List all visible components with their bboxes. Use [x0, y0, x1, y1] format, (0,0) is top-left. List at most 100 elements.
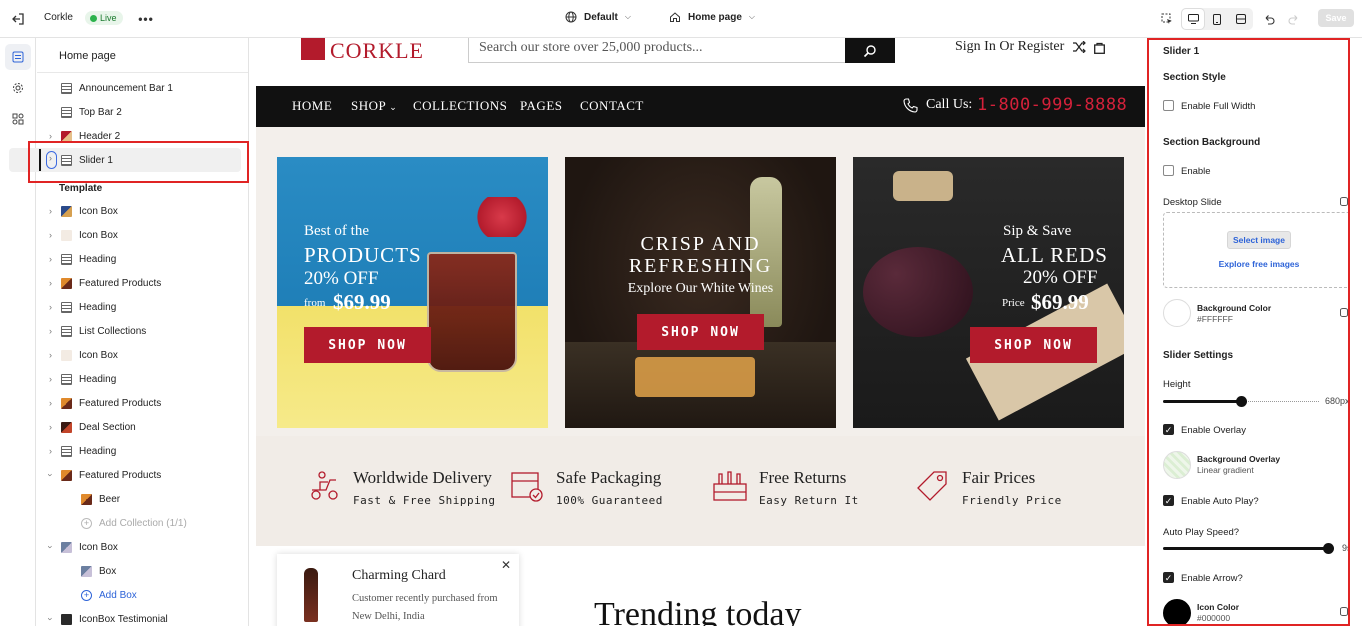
grapes-image: [863, 247, 973, 337]
sign-in-link[interactable]: Sign In Or Register: [955, 39, 1064, 55]
header-thumbnail-icon: [61, 130, 72, 142]
layers-panel: Home page Announcement Bar 1 Top Bar 2 ›…: [37, 38, 249, 626]
cocktail-glass-image: [427, 252, 517, 372]
section-icon: [61, 82, 72, 94]
layers-title: Home page: [59, 50, 116, 62]
fullscreen-view-button[interactable]: [1229, 8, 1253, 30]
desktop-view-button[interactable]: [1181, 8, 1205, 30]
store-header: CORKLE Search our store over 25,000 prod…: [256, 38, 1145, 86]
section-icon: [61, 106, 72, 118]
feature-title: Fair Prices: [962, 468, 1036, 487]
feature-subtitle: Friendly Price: [962, 494, 1062, 507]
inspect-cursor-icon[interactable]: [1158, 10, 1176, 28]
corks-image: [893, 171, 953, 201]
layer-announcement-bar[interactable]: Announcement Bar 1: [37, 77, 248, 99]
feature-title: Worldwide Delivery: [353, 468, 492, 487]
trending-heading: Trending today: [594, 596, 802, 626]
wine-bottle-thumbnail: [304, 568, 318, 622]
mobile-icon: [1213, 13, 1221, 25]
features-strip: Worldwide Delivery Fast & Free Shipping …: [256, 436, 1145, 546]
highlight-box-slider-layer: [28, 141, 249, 183]
apps-tab-button[interactable]: [5, 106, 31, 132]
store-search-button[interactable]: [845, 38, 895, 63]
recent-purchase-popup: Charming Chard Customer recently purchas…: [277, 554, 519, 626]
redo-icon[interactable]: [1285, 10, 1303, 28]
umbrella-image: [467, 197, 537, 237]
close-icon[interactable]: ✕: [501, 558, 511, 572]
delivery-scooter-icon: [311, 471, 338, 500]
banner-1-shop-button[interactable]: SHOP NOW: [304, 327, 431, 363]
call-us-number[interactable]: 1-800-999-8888: [977, 95, 1127, 115]
settings-tab-button[interactable]: [5, 75, 31, 101]
sections-icon: [12, 51, 24, 63]
chevron-down-icon: ⌄: [389, 102, 398, 112]
chevron-right-icon[interactable]: ›: [49, 131, 52, 141]
store-preview: CORKLE Search our store over 25,000 prod…: [256, 38, 1145, 626]
banner-3-shop-button[interactable]: SHOP NOW: [970, 327, 1097, 363]
search-icon: [863, 44, 876, 57]
layers-tab-button[interactable]: [5, 44, 31, 70]
live-status-badge: Live: [85, 11, 123, 25]
compare-icon[interactable]: [1072, 40, 1086, 56]
nav-home-link[interactable]: HOME: [292, 98, 332, 114]
live-dot-icon: [90, 14, 97, 22]
package-icon: [511, 472, 543, 502]
popup-message: Customer recently purchased from New Del…: [352, 593, 498, 622]
globe-icon: [565, 11, 577, 23]
cart-icon[interactable]: [1094, 42, 1105, 57]
banner-2-shop-button[interactable]: SHOP NOW: [637, 314, 764, 350]
banner-1-line3: 20% OFF: [304, 268, 379, 289]
nav-contact-link[interactable]: CONTACT: [580, 98, 644, 114]
banner-3-line1: Sip & Save: [1003, 223, 1072, 239]
mobile-view-button[interactable]: [1205, 8, 1229, 30]
banner-2-line1: CRISP AND: [640, 233, 761, 255]
store-logo[interactable]: CORKLE: [330, 38, 424, 64]
app-name: Corkle: [44, 12, 73, 23]
feature-safe-packaging: Safe Packaging 100% Guaranteed: [556, 468, 663, 507]
undo-icon[interactable]: [1260, 10, 1278, 28]
nav-shop-label: SHOP: [351, 98, 387, 113]
gear-icon: [13, 83, 23, 93]
banner-1-line2: PRODUCTS: [304, 243, 422, 267]
price-tag-icon: [917, 471, 947, 501]
template-selector[interactable]: Default ⌵: [565, 11, 631, 23]
banner-3-from: Price: [1002, 297, 1025, 309]
banner-2-line2: REFRESHING: [628, 255, 773, 277]
chevron-down-icon: ⌵: [624, 12, 631, 21]
divider: [37, 72, 248, 73]
nav-pages-link[interactable]: PAGES: [520, 98, 562, 114]
wine-crate-icon: [713, 471, 747, 501]
exit-icon[interactable]: [9, 10, 27, 28]
cheese-image: [635, 357, 755, 397]
feature-title: Safe Packaging: [556, 468, 662, 487]
layer-label: Announcement Bar 1: [79, 82, 173, 94]
nav-collections-link[interactable]: COLLECTIONS: [413, 98, 507, 114]
layer-label: Top Bar 2: [79, 106, 122, 118]
more-options-icon[interactable]: •••: [137, 10, 155, 28]
store-search-input[interactable]: Search our store over 25,000 products...: [468, 38, 846, 63]
top-bar: Corkle Live ••• Default ⌵ Home page ⌵ Sa…: [0, 0, 1362, 38]
banner-3-line3: 20% OFF: [1023, 267, 1098, 288]
save-button[interactable]: Save: [1318, 9, 1354, 27]
feature-worldwide-delivery: Worldwide Delivery Fast & Free Shipping: [353, 468, 495, 507]
template-select-label: Default: [584, 11, 618, 23]
feature-free-returns: Free Returns Easy Return It: [759, 468, 859, 507]
phone-icon: [903, 98, 918, 116]
corkle-logo-icon: [301, 38, 325, 60]
call-us-label: Call Us:: [926, 97, 973, 112]
slide-banner-1[interactable]: Best of the PRODUCTS 20% OFF from $69.99…: [277, 157, 548, 428]
slide-banner-3[interactable]: Sip & Save ALL REDS 20% OFF Price $69.99…: [853, 157, 1124, 428]
layer-label: Header 2: [79, 130, 121, 142]
page-select-label: Home page: [688, 11, 742, 23]
feature-title: Free Returns: [759, 468, 847, 487]
banner-1-line1: Best of the: [304, 223, 369, 239]
feature-subtitle: 100% Guaranteed: [556, 494, 663, 507]
popup-product-title[interactable]: Charming Chard: [352, 568, 446, 584]
nav-shop-link[interactable]: SHOP ⌄: [351, 98, 397, 114]
trending-section: Charming Chard Customer recently purchas…: [256, 546, 1145, 626]
layer-top-bar[interactable]: Top Bar 2: [37, 101, 248, 123]
banner-2-line3: Explore Our White Wines: [627, 281, 774, 296]
page-selector[interactable]: Home page ⌵: [669, 11, 755, 23]
slide-banner-2[interactable]: CRISP AND REFRESHING Explore Our White W…: [565, 157, 836, 428]
feature-subtitle: Fast & Free Shipping: [353, 494, 496, 507]
